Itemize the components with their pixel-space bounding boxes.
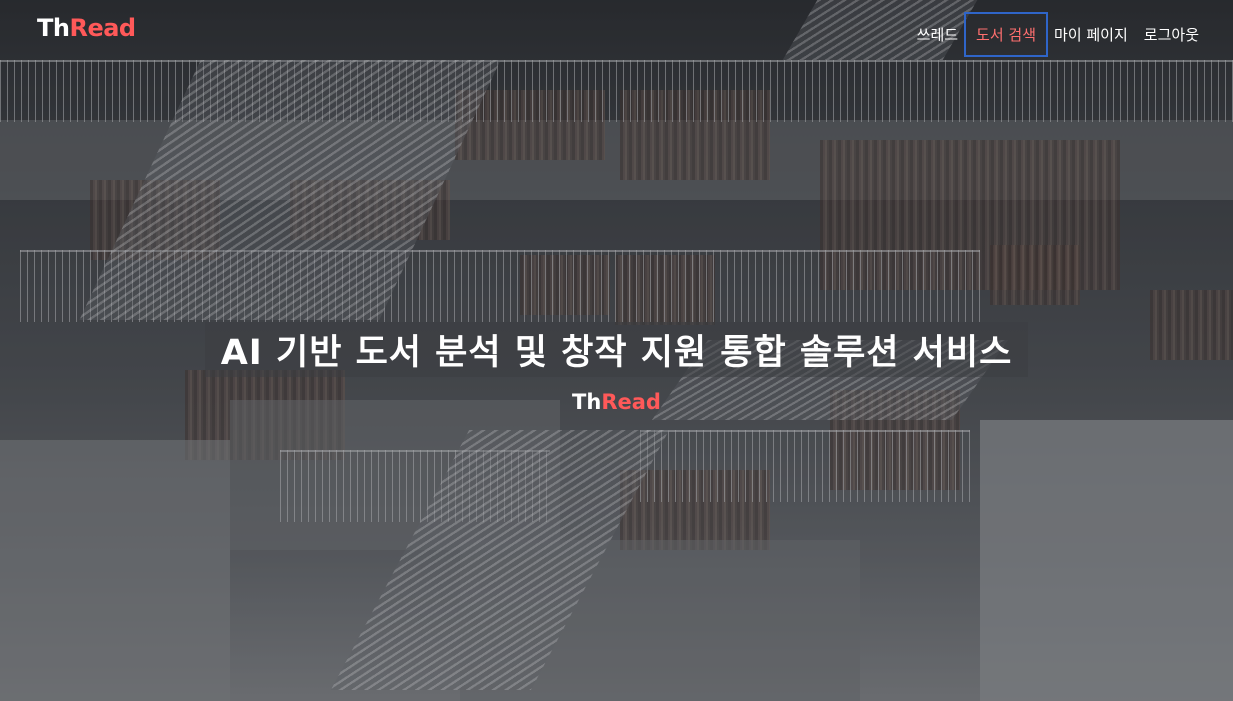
logo-text-read: Read (69, 14, 136, 42)
nav-item-book-search[interactable]: 도서 검색 (964, 12, 1049, 57)
hero-title-wrap: AI 기반 도서 분석 및 창작 지원 통합 솔루션 서비스 (0, 322, 1233, 377)
hero-background: ThRead 쓰레드 도서 검색 마이 페이지 로그아웃 AI 기반 도서 분석… (0, 0, 1233, 701)
hero-subtitle-logo: ThRead (0, 390, 1233, 414)
nav-item-thread[interactable]: 쓰레드 (917, 14, 958, 55)
nav-item-my-page[interactable]: 마이 페이지 (1054, 14, 1128, 55)
brand-logo[interactable]: ThRead (37, 14, 136, 42)
subtitle-text-th: Th (572, 390, 602, 414)
top-nav: 쓰레드 도서 검색 마이 페이지 로그아웃 (917, 12, 1199, 57)
subtitle-text-read: Read (601, 390, 661, 414)
logo-text-th: Th (37, 14, 70, 42)
nav-item-logout[interactable]: 로그아웃 (1144, 14, 1199, 55)
hero-title: AI 기반 도서 분석 및 창작 지원 통합 솔루션 서비스 (204, 322, 1029, 377)
